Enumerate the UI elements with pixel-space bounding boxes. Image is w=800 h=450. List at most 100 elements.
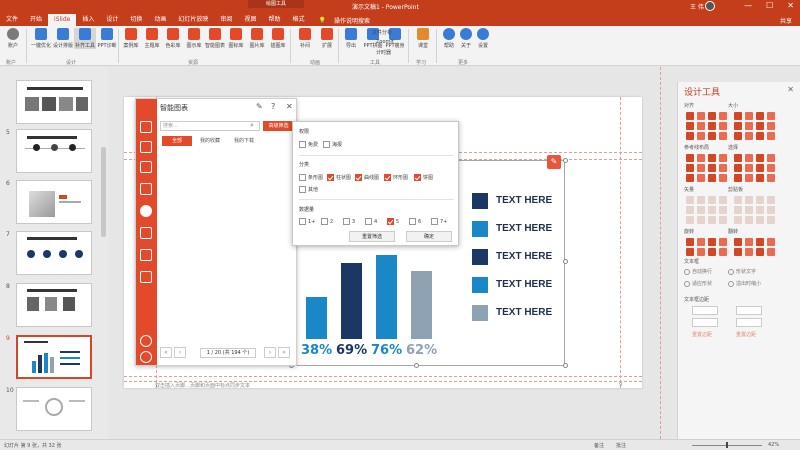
tab-design[interactable]: 设计 [100,14,124,26]
tab-insert[interactable]: 插入 [76,14,100,26]
design-tool-icon[interactable] [719,248,727,256]
reset-margin-link[interactable]: 重置边距 [692,331,712,338]
design-tool-icon[interactable] [686,248,694,256]
slide-thumbnail-5[interactable] [16,129,92,173]
design-tool-icon[interactable] [756,248,764,256]
design-tool-icon[interactable] [745,196,753,204]
close-icon[interactable]: ✕ [286,102,293,111]
cube-icon[interactable] [140,249,152,261]
design-tool-icon[interactable] [745,154,753,162]
chart-bar[interactable] [411,271,432,339]
slide-thumbnail-9[interactable] [16,335,92,379]
design-tool-icon[interactable] [734,154,742,162]
page-info[interactable]: 1 / 20 (共 194 个) [200,348,256,358]
table-icon[interactable] [140,121,152,133]
reset-filter-button[interactable]: 重置筛选 [349,231,395,242]
permission-poster-option[interactable]: 海报 [323,141,342,148]
count-option[interactable]: 6 [409,218,421,225]
design-tool-icon[interactable] [767,122,775,130]
gear-icon[interactable] [140,335,152,347]
design-tool-icon[interactable] [719,164,727,172]
complete-tool-button[interactable]: 补齐工具 [74,28,96,49]
design-tool-icon[interactable] [686,122,694,130]
design-tool-icon[interactable] [767,248,775,256]
design-tool-icon[interactable] [719,196,727,204]
design-tool-icon[interactable] [734,216,742,224]
design-tool-icon[interactable] [686,132,694,140]
back-icon[interactable] [140,351,152,363]
tab-help[interactable]: 帮助 [262,14,286,26]
design-tool-icon[interactable] [745,132,753,140]
design-tool-icon[interactable] [719,206,727,214]
margin-left-input[interactable] [692,306,718,315]
theme-library-button[interactable]: 主题库 [141,28,163,49]
count-option[interactable]: 2 [321,218,333,225]
autowrap-option[interactable]: 自动换行 [684,268,712,275]
design-tool-icon[interactable] [767,216,775,224]
settings-button[interactable]: 设置 [472,28,494,49]
design-tool-icon[interactable] [719,238,727,246]
design-tool-icon[interactable] [686,216,694,224]
checkbox[interactable] [414,174,421,181]
design-tool-icon[interactable] [756,206,764,214]
user-name[interactable]: 王 伟 [690,2,704,11]
tab-file[interactable]: 文件 [0,14,24,26]
margin-right-input[interactable] [736,306,762,315]
design-tool-icon[interactable] [697,248,705,256]
slide-thumbnail-6[interactable] [16,180,92,224]
checkbox[interactable] [299,174,306,181]
shapes-icon[interactable] [140,227,152,239]
design-tool-icon[interactable] [708,248,716,256]
design-tool-icon[interactable] [697,174,705,182]
shape-text-option[interactable]: 形状文字 [728,268,756,275]
tab-animations[interactable]: 动画 [148,14,172,26]
design-tool-icon[interactable] [756,154,764,162]
design-tool-icon[interactable] [708,122,716,130]
help-icon[interactable]: ? [271,102,275,111]
design-tool-icon[interactable] [745,216,753,224]
checkbox[interactable] [343,218,350,225]
ppt-diagnose-button[interactable]: PPT诊断 [96,28,118,49]
fit-shape-option[interactable]: 适应形状 [684,280,712,287]
confirm-button[interactable]: 确定 [406,231,452,242]
design-tool-icon[interactable] [745,164,753,172]
design-tool-icon[interactable] [756,174,764,182]
design-tool-icon[interactable] [734,122,742,130]
tab-review[interactable]: 审阅 [214,14,238,26]
classroom-button[interactable]: 课堂 [412,28,434,49]
design-tool-icon[interactable] [734,132,742,140]
design-tool-icon[interactable] [708,206,716,214]
list-icon[interactable] [140,141,152,153]
tab-favorites[interactable]: 我的收藏 [200,136,220,146]
checkbox[interactable] [409,218,416,225]
chart-bar[interactable] [341,263,362,339]
design-tool-icon[interactable] [708,112,716,120]
chart-bar[interactable] [376,255,397,339]
file-analysis-button[interactable]: 文件分析 [372,29,392,36]
design-tool-icon[interactable] [697,132,705,140]
design-tool-icon[interactable] [686,174,694,182]
checkbox[interactable] [299,141,306,148]
design-tool-icon[interactable] [686,112,694,120]
first-page-button[interactable]: « [160,347,172,358]
next-page-button[interactable]: › [264,347,276,358]
design-tool-icon[interactable] [756,238,764,246]
design-tool-icon[interactable] [686,196,694,204]
case-library-button[interactable]: 案例库 [120,28,142,49]
design-tool-icon[interactable] [767,112,775,120]
slide-thumbnail-7[interactable] [16,231,92,275]
resize-handle[interactable] [563,259,568,264]
slides-scrollbar[interactable] [101,147,106,237]
count-option[interactable]: 1+ [299,218,315,225]
smart-chart-button[interactable]: 智能图表 [204,28,226,49]
slide-thumbnail-8[interactable] [16,283,92,327]
design-tool-icon[interactable] [767,206,775,214]
design-tool-icon[interactable] [708,196,716,204]
legend-label[interactable]: TEXT HERE [496,223,552,234]
avatar[interactable] [705,1,715,11]
design-tool-icon[interactable] [697,154,705,162]
color-library-button[interactable]: 色彩库 [162,28,184,49]
tab-all[interactable]: 全部 [162,136,192,146]
design-tool-icon[interactable] [686,238,694,246]
design-tool-icon[interactable] [734,206,742,214]
